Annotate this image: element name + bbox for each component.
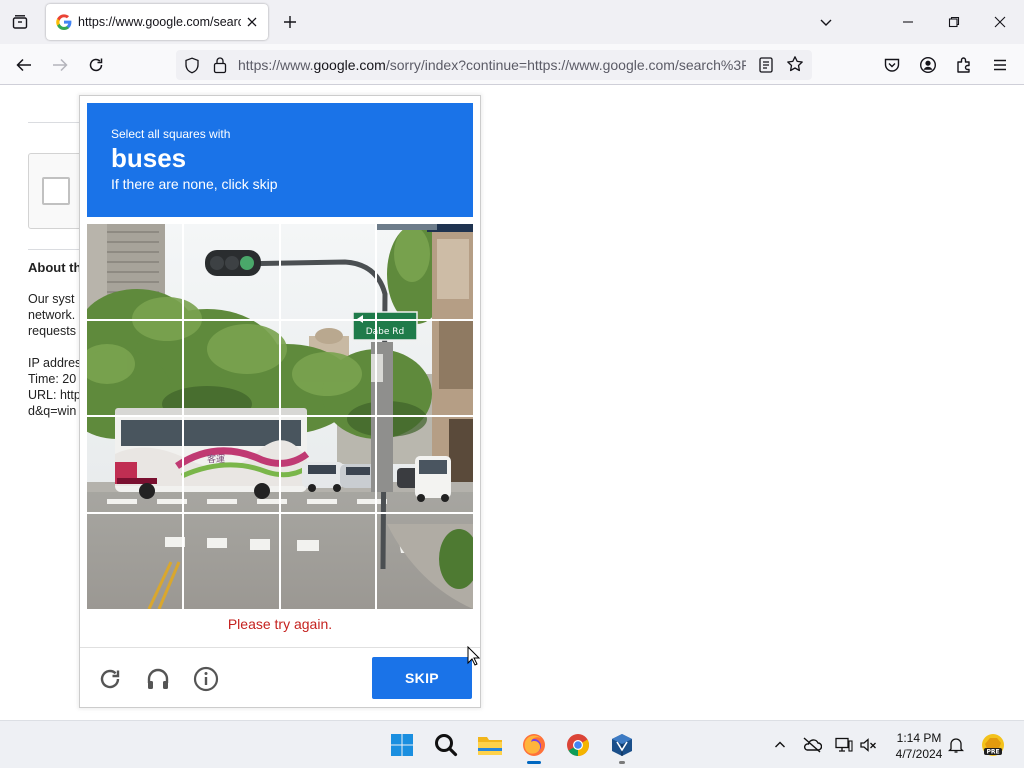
instruction-text: Select all squares with (111, 127, 231, 141)
clock-date: 4/7/2024 (895, 747, 943, 761)
taskbar-clock[interactable]: 1:14 PM 4/7/2024 (884, 730, 954, 762)
image-tile-13[interactable] (87, 514, 183, 609)
image-tile-8[interactable] (377, 321, 473, 417)
mouse-cursor-icon (467, 645, 481, 671)
image-tile-12[interactable] (377, 417, 473, 513)
reload-icon[interactable] (84, 53, 108, 77)
image-tile-7[interactable] (281, 321, 377, 417)
virtualbox-icon[interactable] (606, 729, 638, 764)
pocket-icon[interactable] (880, 53, 904, 77)
url-prefix: https://www. (238, 57, 314, 73)
image-tile-3[interactable] (281, 224, 377, 320)
target-object: buses (111, 143, 187, 173)
list-all-tabs-chevron-icon[interactable] (816, 12, 836, 32)
chrome-icon[interactable] (562, 729, 594, 761)
close-tab-icon[interactable] (245, 14, 260, 30)
recaptcha-challenge-dialog: Select all squares with buses If there a… (79, 95, 481, 708)
reload-challenge-icon[interactable] (95, 664, 125, 694)
audio-challenge-headphones-icon[interactable] (143, 664, 173, 694)
active-app-indicator (527, 761, 541, 764)
firefox-icon[interactable] (518, 729, 550, 764)
new-tab-icon[interactable] (280, 12, 300, 32)
notifications-bell-icon[interactable] (946, 735, 966, 755)
windows-taskbar: 1:14 PM 4/7/2024 PRE (0, 720, 1024, 768)
extensions-icon[interactable] (952, 53, 976, 77)
image-tile-11[interactable] (281, 417, 377, 513)
challenge-header: Select all squares with buses If there a… (87, 103, 473, 217)
onedrive-cloud-icon[interactable] (802, 735, 822, 755)
search-icon[interactable] (430, 729, 462, 761)
url-text[interactable]: https://www.google.com/sorry/index?conti… (238, 57, 746, 73)
error-message: Please try again. (227, 616, 333, 632)
tab-bar: https://www.google.com/search?q= (0, 0, 1024, 44)
image-tile-6[interactable] (184, 321, 280, 417)
bookmark-star-icon[interactable] (786, 55, 804, 78)
lock-icon[interactable] (212, 56, 228, 79)
image-tile-14[interactable] (184, 514, 280, 609)
image-tile-15[interactable] (281, 514, 377, 609)
footer-divider (80, 647, 480, 648)
about-heading: About th (28, 260, 82, 275)
open-app-indicator (619, 761, 625, 764)
page-text-line: Time: 20 (28, 372, 77, 386)
network-display-icon[interactable] (834, 735, 854, 755)
url-path: /sorry/index?continue=https://www.google… (385, 57, 746, 73)
forward-arrow-icon[interactable] (48, 53, 72, 77)
recaptcha-checkbox[interactable] (42, 177, 70, 205)
address-bar[interactable]: https://www.google.com/sorry/index?conti… (176, 50, 812, 80)
clock-time: 1:14 PM (896, 731, 942, 745)
menu-hamburger-icon[interactable] (988, 53, 1012, 77)
page-text-line: Our syst (28, 292, 75, 306)
instruction-subtext: If there are none, click skip (111, 176, 278, 192)
volume-muted-icon[interactable] (858, 735, 878, 755)
challenge-image-grid: 客運 Dabe Rd (87, 224, 473, 609)
image-tile-9[interactable] (87, 417, 183, 513)
preview-build-badge-icon[interactable]: PRE (980, 732, 1006, 758)
tab-title: https://www.google.com/search?q= (78, 15, 241, 29)
image-tile-10[interactable] (184, 417, 280, 513)
page-text-line: network. (28, 308, 76, 322)
restore-icon[interactable] (944, 12, 964, 32)
navigation-bar: https://www.google.com/sorry/index?conti… (0, 44, 1024, 85)
image-tile-1[interactable] (87, 224, 183, 320)
windows-start-icon[interactable] (386, 729, 418, 761)
page-text-line: d&q=win (28, 404, 77, 418)
page-text-line: requests (28, 324, 76, 338)
show-hidden-icons-chevron-icon[interactable] (770, 735, 790, 755)
close-window-icon[interactable] (990, 12, 1010, 32)
skip-button[interactable]: SKIP (372, 657, 472, 699)
browser-tab[interactable]: https://www.google.com/search?q= (46, 4, 268, 40)
image-tile-16[interactable] (377, 514, 473, 609)
account-icon[interactable] (916, 53, 940, 77)
file-explorer-icon[interactable] (474, 729, 506, 761)
image-tile-5[interactable] (87, 321, 183, 417)
image-tile-2[interactable] (184, 224, 280, 320)
reader-view-icon[interactable] (758, 56, 774, 79)
google-favicon-icon (56, 14, 72, 30)
back-arrow-icon[interactable] (12, 53, 36, 77)
info-icon[interactable] (191, 664, 221, 694)
page-text-line: URL: http (28, 388, 81, 402)
tab-list-icon[interactable] (8, 10, 32, 34)
minimize-icon[interactable] (898, 12, 918, 32)
image-tile-4[interactable] (377, 224, 473, 320)
url-host: google.com (313, 57, 386, 73)
page-text-line: IP addres (28, 356, 82, 370)
tracking-protection-shield-icon[interactable] (184, 57, 200, 79)
pre-badge-label: PRE (986, 749, 999, 756)
